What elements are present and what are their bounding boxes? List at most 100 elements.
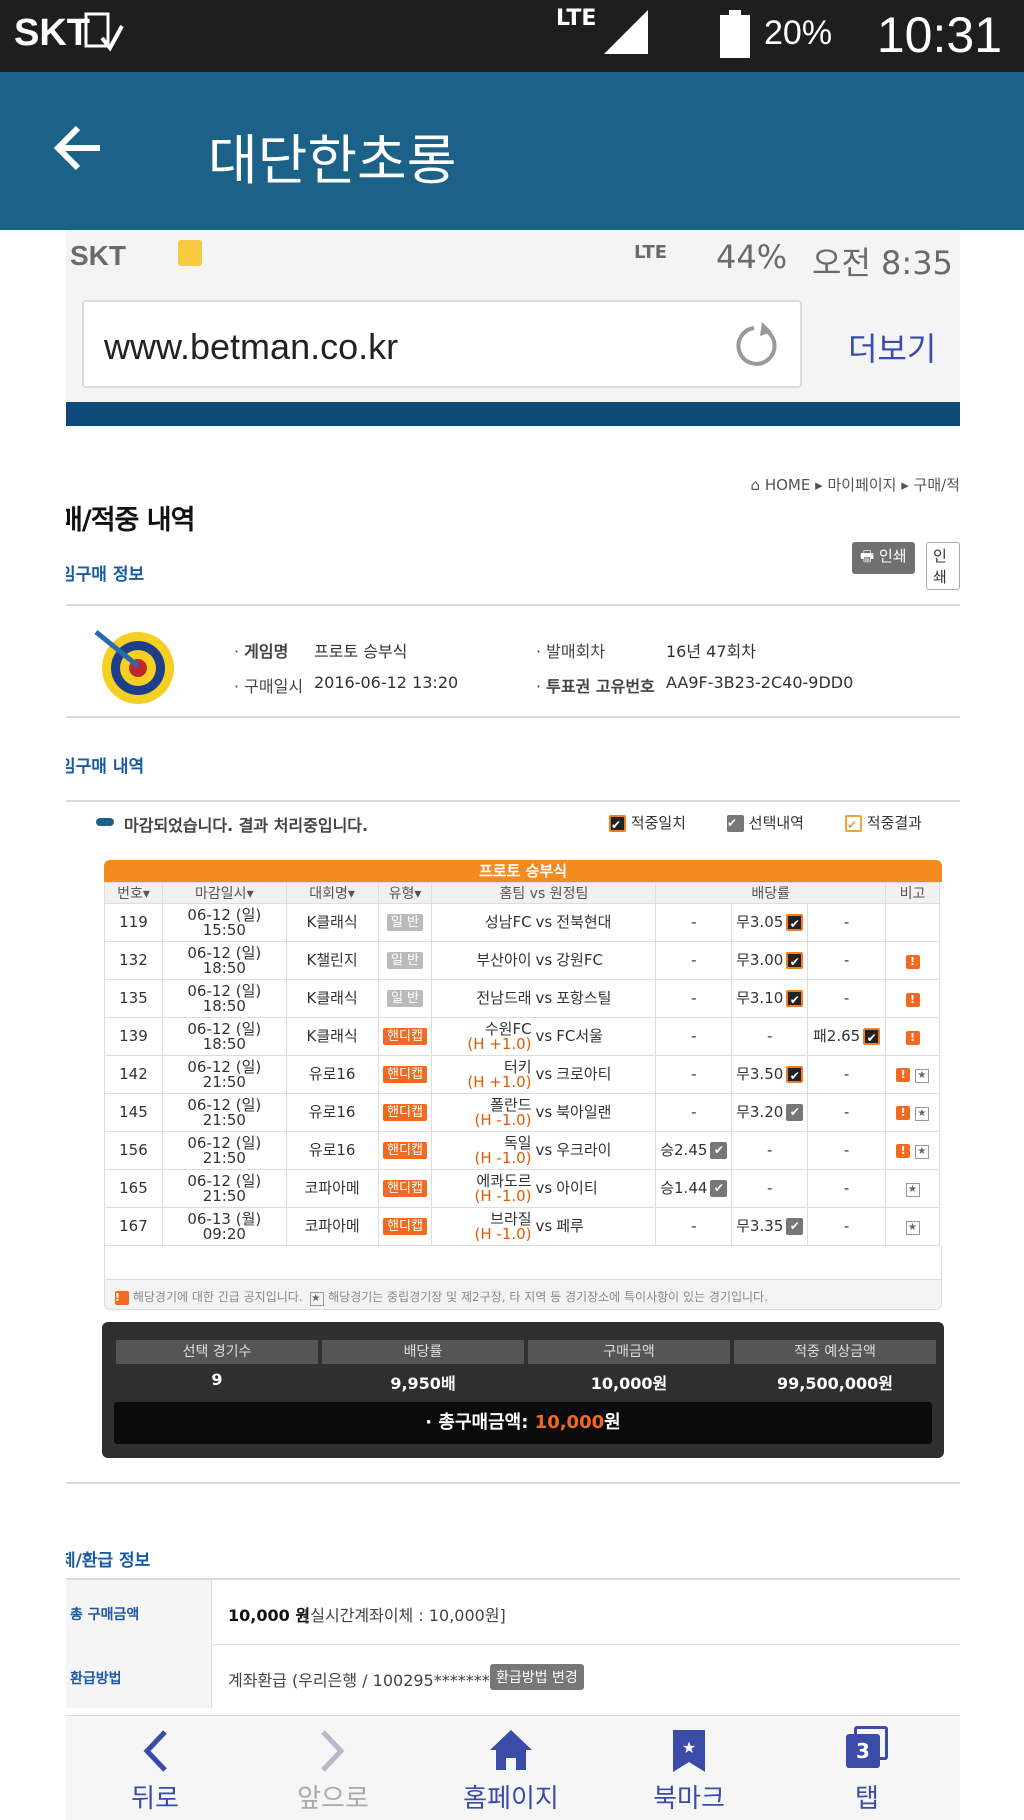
summary-label-amount: 구매금액 — [528, 1340, 730, 1364]
type-badge: 핸디캡 — [383, 1066, 427, 1083]
row-no: 165 — [104, 1169, 163, 1208]
star-icon[interactable]: ★ — [914, 1069, 929, 1083]
row-odds-win: - — [655, 1207, 733, 1246]
ticket-id-value: AA9F-3B23-2C40-9DD0 — [666, 673, 854, 692]
type-badge: 일 반 — [386, 952, 424, 969]
row-note: ! — [885, 941, 940, 980]
row-odds-lose: - — [807, 941, 887, 980]
svg-text:★: ★ — [682, 1738, 696, 1757]
row-type: 일 반 — [377, 979, 433, 1018]
print-button-2[interactable]: 인쇄 — [926, 542, 960, 590]
row-type: 핸디캡 — [377, 1017, 433, 1056]
row-odds-draw: 무3.50 ✔ — [731, 1055, 809, 1094]
row-odds-draw: 무3.35 ✔ — [731, 1207, 809, 1246]
col-type[interactable]: 유형▾ — [377, 882, 433, 904]
page-title: 매/적중 내역 — [66, 505, 195, 536]
warning-icon[interactable]: ! — [896, 1106, 911, 1120]
inner-network: LTE — [634, 242, 668, 263]
row-odds-draw: - — [731, 1169, 809, 1208]
col-no[interactable]: 번호▾ — [104, 882, 163, 904]
row-teams: 수원FC (H +1.0) vs FC서울 — [431, 1017, 657, 1056]
row-odds-win: - — [655, 1093, 733, 1132]
url-field[interactable]: www.betman.co.kr — [82, 300, 802, 388]
row-odds-draw: 무3.00 ✔ — [731, 941, 809, 980]
row-odds-win: 승1.44 ✔ — [655, 1169, 733, 1208]
pick-check-icon: ✔ — [786, 952, 804, 969]
row-no: 139 — [104, 1017, 163, 1056]
target-icon — [94, 630, 174, 704]
network-label: LTE — [556, 6, 597, 31]
row-teams: 부산아이 vs 강원FC — [431, 941, 657, 980]
warning-icon[interactable]: ! — [905, 1030, 920, 1045]
col-closing[interactable]: 마감일시▾ — [161, 882, 287, 904]
row-note: ★ — [885, 1169, 940, 1208]
breadcrumb-home[interactable]: HOME — [765, 476, 811, 494]
pick-check-icon: ✔ — [786, 990, 804, 1007]
table-spacer — [104, 1246, 942, 1280]
legend-hit-match: ✔ 적중일치 — [609, 814, 686, 832]
warning-icon[interactable]: ! — [896, 1068, 911, 1082]
row-odds-lose: - — [807, 1131, 887, 1170]
summary-label-odds: 배당률 — [322, 1340, 524, 1364]
tab-count: 3 — [846, 1734, 880, 1768]
row-teams: 브라질 (H -1.0) vs 페루 — [431, 1207, 657, 1246]
row-odds-draw: 무3.10 ✔ — [731, 979, 809, 1018]
nav-forward[interactable]: 앞으로 — [244, 1716, 422, 1820]
battery-icon — [720, 10, 750, 58]
row-note — [885, 903, 940, 942]
nav-tabs[interactable]: 3 탭 — [778, 1716, 956, 1820]
back-icon — [143, 1730, 167, 1772]
warning-icon: ! — [115, 1291, 129, 1305]
warning-icon[interactable]: ! — [905, 954, 920, 969]
inner-status-bar: SKT LTE 44% 오전 8:35 — [66, 230, 960, 290]
row-odds-lose: - — [807, 1207, 887, 1246]
col-league[interactable]: 대회명▾ — [285, 882, 379, 904]
refund-change-button[interactable]: 환급방법 변경 — [490, 1664, 584, 1690]
game-info-heading: 임구매 정보 — [66, 565, 145, 585]
star-icon[interactable]: ★ — [914, 1145, 929, 1159]
game-name-label: · 게임명 — [234, 642, 289, 661]
row-league: 유로16 — [285, 1131, 379, 1170]
breadcrumb-mypage[interactable]: 마이페이지 — [827, 476, 896, 494]
col-teams: 홈팀 vs 원정팀 — [431, 882, 657, 904]
match-table-wrap: 번호▾ 마감일시▾ 대회명▾ 유형▾ 홈팀 vs 원정팀 배당률 비고 119 0… — [104, 882, 942, 1310]
inner-carrier: SKT — [70, 240, 126, 271]
row-type: 핸디캡 — [377, 1131, 433, 1170]
inner-screenshot: SKT LTE 44% 오전 8:35 www.betman.co.kr 더보기… — [66, 230, 960, 1820]
row-odds-draw: 무3.05 ✔ — [731, 903, 809, 942]
nav-back[interactable]: 뒤로 — [66, 1716, 244, 1820]
table-row: 165 06-12 (일) 21:50 코파아메 핸디캡 에콰도르 (H -1.0) vs 아이… — [104, 1169, 940, 1208]
game-name-value: 프로토 승부식 — [314, 642, 408, 661]
row-type: 일 반 — [377, 941, 433, 980]
star-icon[interactable]: ★ — [905, 1183, 920, 1197]
row-closing: 06-12 (일) 18:50 — [161, 979, 287, 1018]
warning-icon[interactable]: ! — [905, 992, 920, 1007]
print-button[interactable]: 🖶 인쇄 — [852, 542, 915, 574]
forward-icon — [321, 1730, 345, 1772]
star-icon[interactable]: ★ — [905, 1221, 920, 1235]
reload-icon[interactable] — [732, 322, 778, 368]
row-teams: 성남FC vs 전북현대 — [431, 903, 657, 942]
summary-amount: 10,000원 — [590, 1374, 668, 1393]
table-row: 145 06-12 (일) 21:50 유로16 핸디캡 폴란드 (H -1.0) vs 북아일… — [104, 1093, 940, 1132]
star-icon[interactable]: ★ — [914, 1107, 929, 1121]
warning-icon[interactable]: ! — [896, 1144, 911, 1158]
url-text: www.betman.co.kr — [104, 326, 399, 367]
row-teams: 폴란드 (H -1.0) vs 북아일랜 — [431, 1093, 657, 1132]
row-odds-win: - — [655, 941, 733, 980]
table-row: 119 06-12 (일) 15:50 K클래식 일 반 성남FC vs 전북현대 - 무3.05… — [104, 903, 940, 942]
more-button[interactable]: 더보기 — [848, 324, 936, 370]
row-no: 119 — [104, 903, 163, 942]
closing-notice: 마감되었습니다. 결과 처리중입니다. — [124, 816, 369, 835]
payment-amount-detail: [실시간계좌이체 : 10,000원] — [304, 1606, 506, 1625]
table-title: 프로토 승부식 — [104, 860, 942, 882]
row-odds-lose: - — [807, 1169, 887, 1208]
nav-home[interactable]: 홈페이지 — [422, 1716, 600, 1820]
row-no: 142 — [104, 1055, 163, 1094]
nav-bookmark[interactable]: ★ 북마크 — [600, 1716, 778, 1820]
row-odds-win: - — [655, 903, 733, 942]
legend-hit-result: ✔ 적중결과 — [845, 814, 922, 832]
back-arrow-icon[interactable] — [52, 122, 104, 174]
row-league: 유로16 — [285, 1093, 379, 1132]
row-note: ! ★ — [885, 1131, 940, 1170]
